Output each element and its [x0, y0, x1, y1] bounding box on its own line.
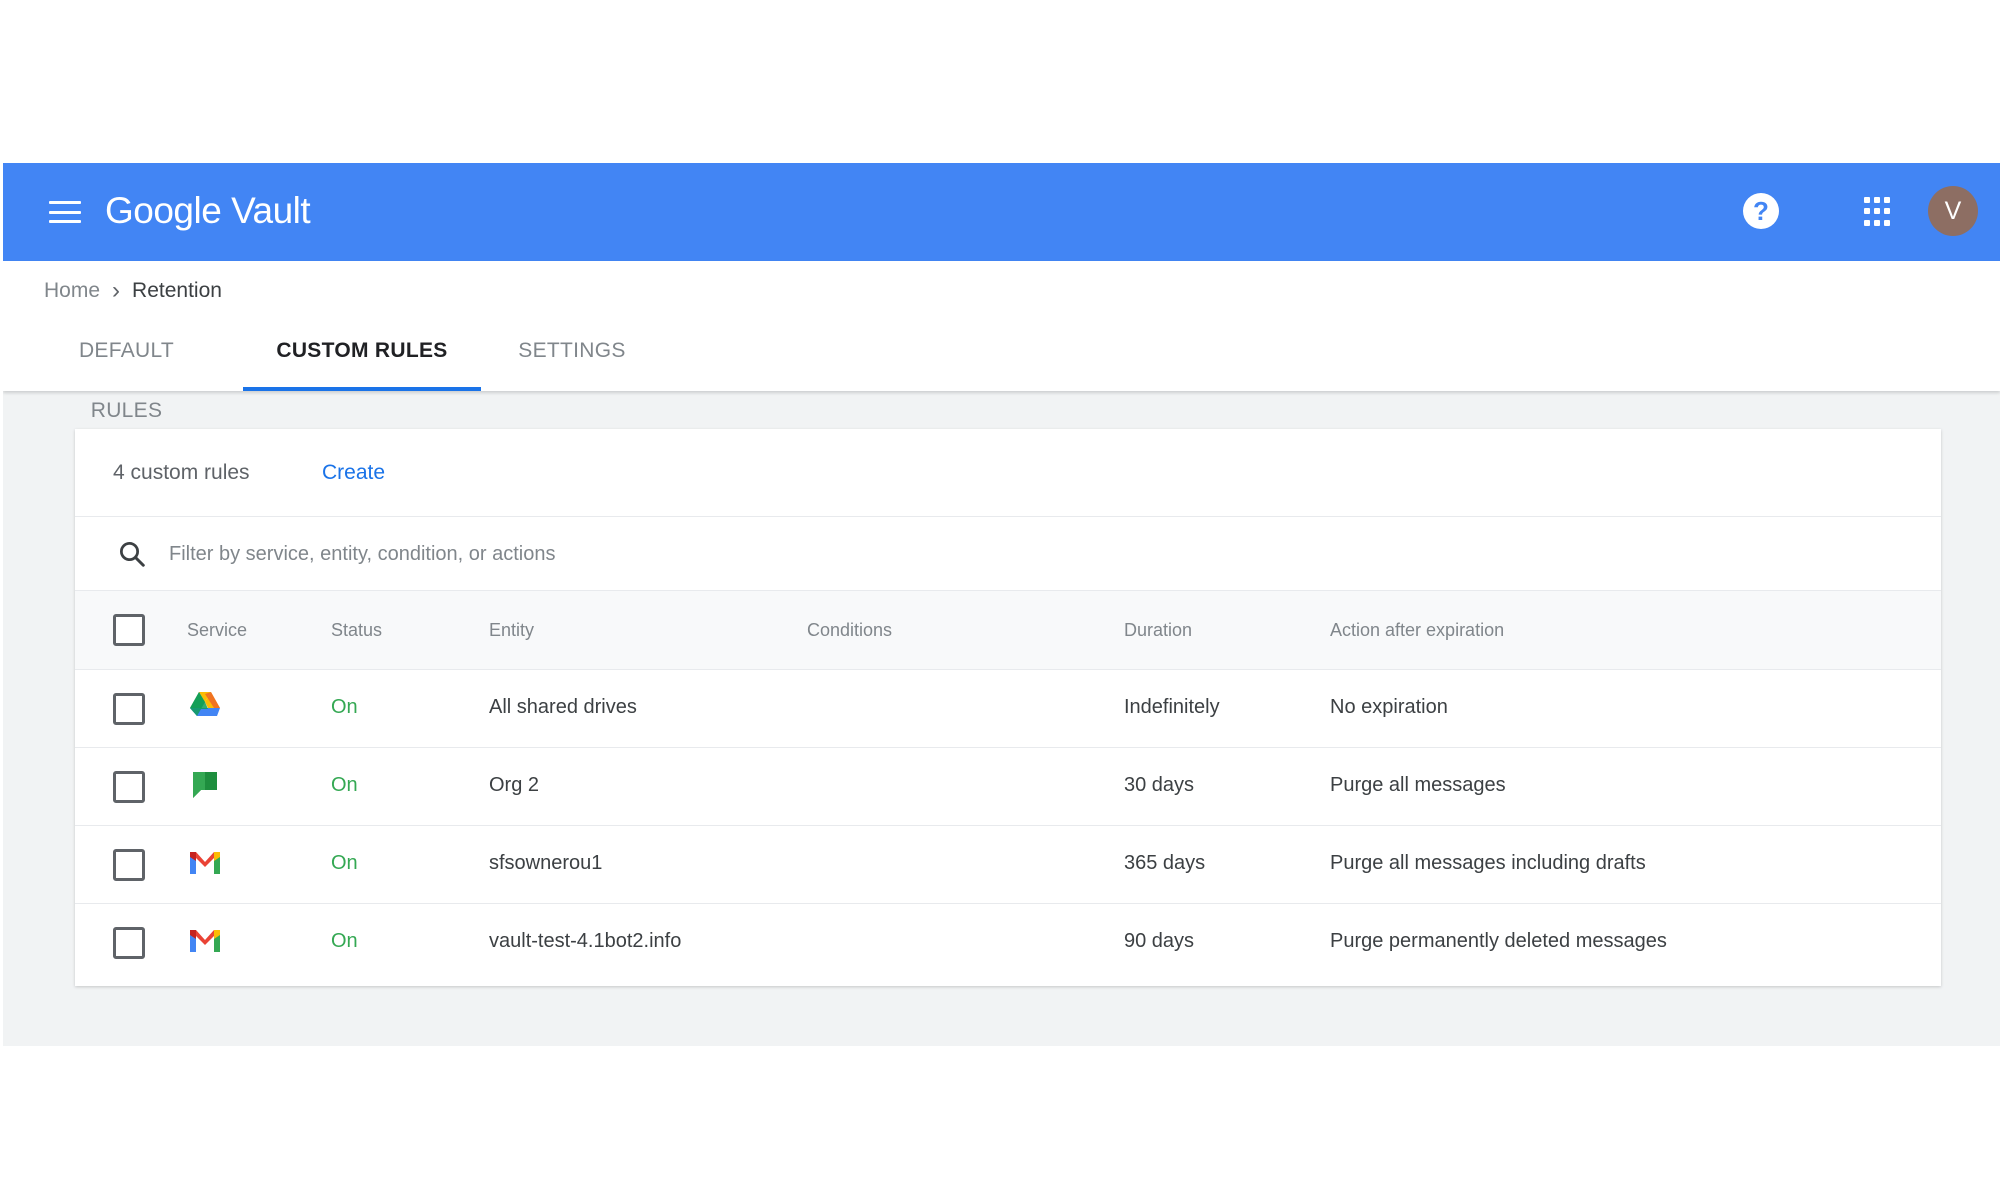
- entity-cell: vault-test-4.1bot2.info: [489, 930, 682, 952]
- status-badge: On: [331, 852, 358, 874]
- status-badge: On: [331, 774, 358, 796]
- breadcrumb-current: Retention: [132, 279, 222, 302]
- breadcrumb-home-link[interactable]: Home: [44, 279, 100, 303]
- table-row[interactable]: On sfsownerou1 365 days Purge all messag…: [75, 826, 1941, 904]
- app-title: Google Vault: [105, 190, 311, 231]
- custom-rules-card: 4 custom rules Create Service Status Ent…: [75, 429, 1941, 986]
- table-row[interactable]: On All shared drives Indefinitely No exp…: [75, 670, 1941, 748]
- duration-cell: Indefinitely: [1124, 696, 1220, 718]
- tab-settings[interactable]: SETTINGS: [517, 321, 627, 391]
- table-header: Service Status Entity Conditions Duratio…: [75, 591, 1941, 670]
- status-badge: On: [331, 930, 358, 952]
- action-cell: Purge permanently deleted messages: [1330, 930, 1667, 952]
- rule-count: 4 custom rules: [113, 461, 250, 484]
- account-avatar[interactable]: V: [1928, 186, 1978, 236]
- google-chat-icon: [193, 772, 217, 798]
- gmail-icon: [190, 930, 220, 952]
- entity-cell: All shared drives: [489, 696, 637, 718]
- column-header-action[interactable]: Action after expiration: [1330, 620, 1504, 641]
- column-header-service[interactable]: Service: [187, 620, 247, 641]
- duration-cell: 90 days: [1124, 930, 1195, 952]
- google-drive-icon: [190, 692, 220, 716]
- search-icon: [120, 542, 145, 567]
- entity-cell: sfsownerou1: [489, 852, 603, 874]
- tab-custom-rules[interactable]: CUSTOM RULES: [243, 321, 481, 391]
- table-row[interactable]: On vault-test-4.1bot2.info 90 days Purge…: [75, 904, 1941, 982]
- vault-app: Google Vault ? V Home › Retention DEFAUL…: [3, 163, 2000, 1046]
- entity-cell: Org 2: [489, 774, 540, 796]
- action-cell: No expiration: [1330, 696, 1448, 718]
- chevron-right-icon: ›: [112, 277, 121, 304]
- status-badge: On: [331, 696, 358, 718]
- row-checkbox[interactable]: [113, 927, 145, 959]
- apps-grid-icon[interactable]: [1864, 197, 1894, 227]
- action-cell: Purge all messages: [1330, 774, 1506, 796]
- table-row[interactable]: On Org 2 30 days Purge all messages: [75, 748, 1941, 826]
- gmail-icon: [190, 852, 220, 874]
- select-all-checkbox[interactable]: [113, 614, 145, 646]
- filter-bar: [75, 517, 1941, 591]
- create-rule-button[interactable]: Create: [322, 461, 385, 485]
- row-checkbox[interactable]: [113, 849, 145, 881]
- duration-cell: 30 days: [1124, 774, 1195, 796]
- tab-bar: DEFAULT RULES CUSTOM RULES SETTINGS: [3, 321, 2000, 422]
- filter-input[interactable]: [169, 535, 1869, 573]
- row-checkbox[interactable]: [113, 693, 145, 725]
- column-header-conditions[interactable]: Conditions: [807, 620, 892, 641]
- column-header-entity[interactable]: Entity: [489, 620, 534, 641]
- column-header-status[interactable]: Status: [331, 620, 382, 641]
- hamburger-menu-icon[interactable]: [47, 197, 83, 227]
- row-checkbox[interactable]: [113, 771, 145, 803]
- help-icon[interactable]: ?: [1743, 193, 1779, 229]
- card-header: 4 custom rules Create: [75, 429, 1941, 517]
- action-cell: Purge all messages including drafts: [1330, 852, 1646, 874]
- breadcrumb: Home › Retention: [44, 277, 222, 305]
- column-header-duration[interactable]: Duration: [1124, 620, 1192, 641]
- tab-default-rules[interactable]: DEFAULT RULES: [44, 321, 209, 422]
- duration-cell: 365 days: [1124, 852, 1206, 874]
- page-header: Home › Retention DEFAULT RULES CUSTOM RU…: [3, 261, 2000, 422]
- top-app-bar: Google Vault ? V: [3, 163, 2000, 261]
